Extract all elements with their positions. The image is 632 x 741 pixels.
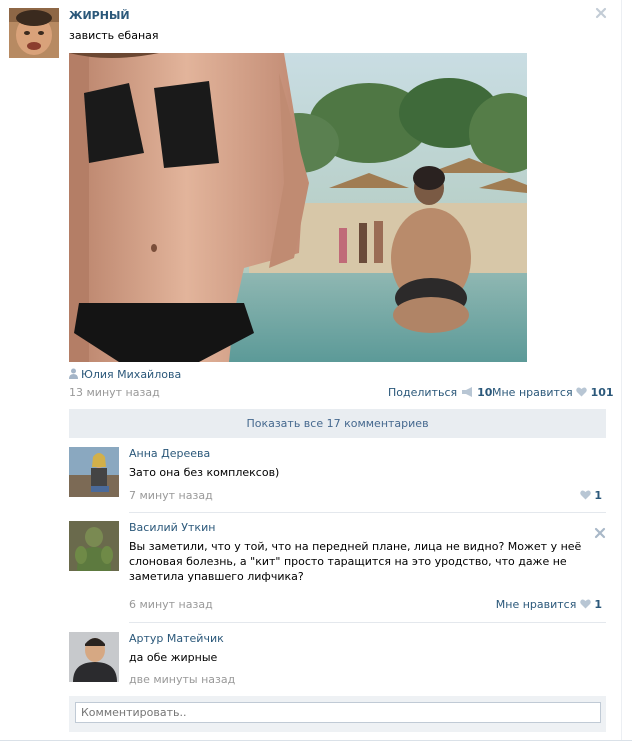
- megaphone-icon: [461, 386, 478, 399]
- post-photo[interactable]: [69, 53, 527, 362]
- photo-author-name: Юлия Михайлова: [81, 368, 182, 381]
- share-count: 10: [477, 386, 493, 399]
- reply-box: [69, 696, 606, 732]
- wall-post: ЖИРНЫЙ зависть ебаная Юлия Михайлова 13 …: [0, 0, 632, 741]
- comment-text: да обе жирные: [129, 651, 218, 664]
- commenter-name[interactable]: Артур Матейчик: [129, 632, 224, 645]
- close-icon[interactable]: [595, 7, 607, 19]
- comment-like-count: 1: [594, 489, 602, 502]
- like-button[interactable]: Мне нравится 101: [492, 386, 614, 399]
- person-icon: [69, 368, 78, 382]
- comment-divider: [129, 622, 606, 623]
- comment: Артур Матейчик да обе жирные две минуты …: [69, 632, 606, 690]
- comment-like-button[interactable]: 1: [580, 489, 602, 502]
- comment: Василий Уткин Вы заметили, что у той, чт…: [69, 521, 606, 613]
- photo-author-link[interactable]: Юлия Михайлова: [69, 368, 181, 382]
- like-label: Мне нравится: [492, 386, 573, 399]
- divider-vertical: [621, 0, 622, 741]
- show-all-comments-button[interactable]: Показать все 17 комментариев: [69, 409, 606, 438]
- comment-time[interactable]: 6 минут назад: [129, 598, 213, 611]
- commenter-avatar[interactable]: [69, 521, 119, 571]
- author-avatar[interactable]: [9, 8, 59, 58]
- share-button[interactable]: Поделиться 10: [388, 386, 492, 399]
- close-icon[interactable]: [594, 527, 606, 539]
- heart-icon: [576, 386, 591, 399]
- comment-text: Зато она без комплексов): [129, 466, 280, 479]
- comment-like-count: 1: [594, 598, 602, 611]
- comment-divider: [129, 512, 606, 513]
- commenter-name[interactable]: Василий Уткин: [129, 521, 215, 534]
- post-author[interactable]: ЖИРНЫЙ: [69, 9, 130, 22]
- comment-time[interactable]: 7 минут назад: [129, 489, 213, 502]
- post-time[interactable]: 13 минут назад: [69, 386, 160, 399]
- commenter-avatar[interactable]: [69, 447, 119, 497]
- comment-like-button[interactable]: Мне нравится 1: [496, 598, 602, 611]
- heart-icon: [580, 489, 595, 502]
- share-label: Поделиться: [388, 386, 458, 399]
- comment-time[interactable]: две минуты назад: [129, 673, 235, 686]
- like-count: 101: [590, 386, 614, 399]
- heart-icon: [580, 598, 595, 611]
- comment: Анна Дереева Зато она без комплексов) 7 …: [69, 447, 606, 502]
- comment-text: Вы заметили, что у той, что на передней …: [129, 540, 582, 583]
- comment-input[interactable]: [75, 702, 601, 723]
- comment-like-label: Мне нравится: [495, 598, 577, 611]
- commenter-name[interactable]: Анна Дереева: [129, 447, 210, 460]
- commenter-avatar[interactable]: [69, 632, 119, 682]
- post-text: зависть ебаная: [69, 29, 159, 42]
